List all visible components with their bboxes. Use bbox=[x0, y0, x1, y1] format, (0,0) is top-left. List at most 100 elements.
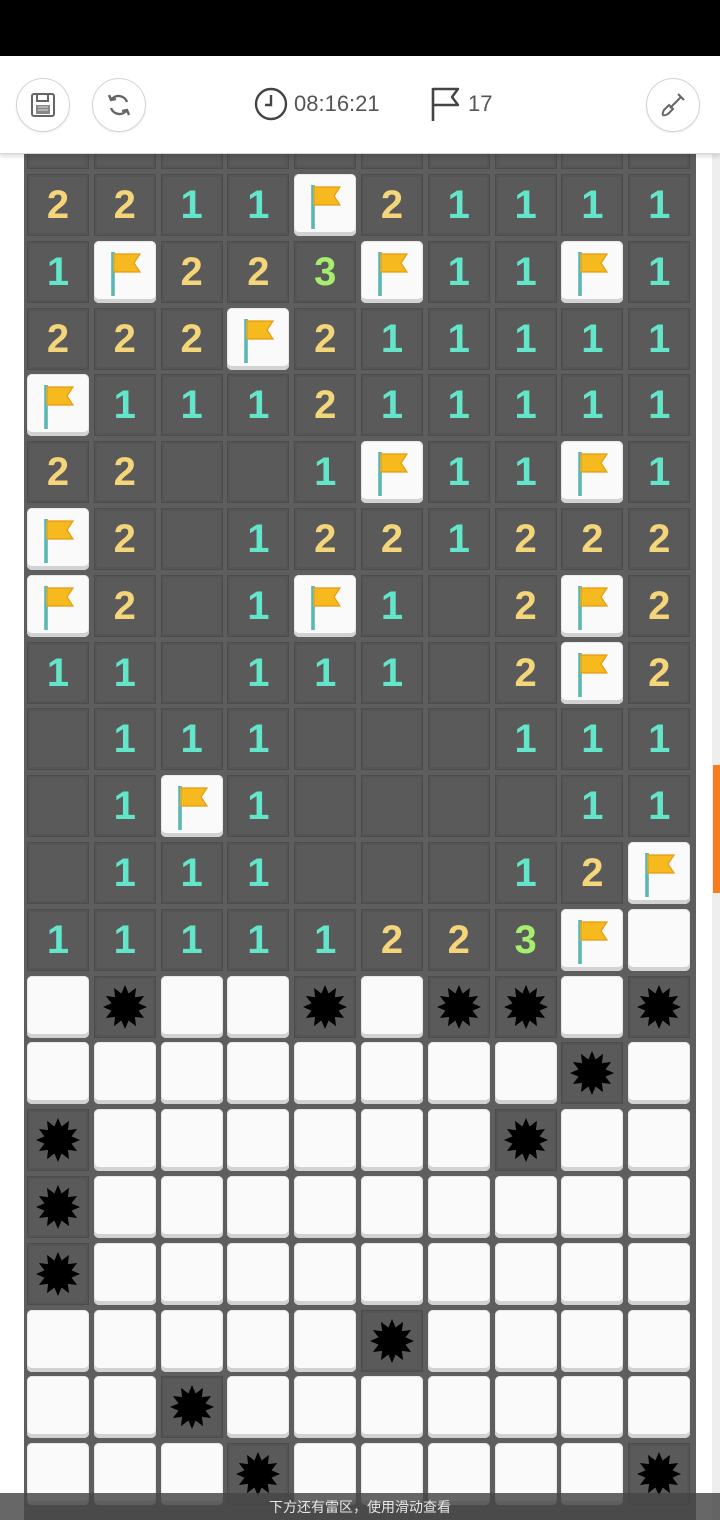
cell-unrevealed[interactable] bbox=[494, 1242, 557, 1305]
cell-number[interactable]: 1 bbox=[628, 240, 691, 303]
cell-number[interactable]: 1 bbox=[227, 574, 290, 637]
cell-empty[interactable] bbox=[160, 441, 223, 504]
cell-unrevealed[interactable] bbox=[427, 1309, 490, 1372]
cell-unrevealed[interactable] bbox=[494, 1042, 557, 1105]
cell-number[interactable]: 1 bbox=[361, 574, 423, 637]
cell-number[interactable]: 2 bbox=[27, 307, 89, 370]
cell-mine[interactable] bbox=[561, 1042, 624, 1105]
cell-unrevealed[interactable] bbox=[361, 1042, 423, 1105]
dig-mode-button[interactable] bbox=[646, 78, 700, 132]
cell-number[interactable]: 3 bbox=[494, 908, 557, 971]
cell-empty[interactable] bbox=[494, 775, 557, 838]
scrollbar-thumb[interactable] bbox=[713, 765, 720, 893]
cell-unrevealed[interactable] bbox=[27, 975, 89, 1038]
cell-number[interactable]: 2 bbox=[628, 641, 691, 704]
cell-number[interactable]: 1 bbox=[294, 441, 357, 504]
cell-empty[interactable] bbox=[160, 574, 223, 637]
cell-flagged[interactable] bbox=[628, 842, 691, 904]
cell-mine[interactable] bbox=[494, 1109, 557, 1172]
cell-unrevealed[interactable] bbox=[227, 1309, 290, 1372]
cell-unrevealed[interactable] bbox=[361, 1376, 423, 1439]
cell-unrevealed[interactable] bbox=[27, 1309, 89, 1372]
cell-number[interactable]: 1 bbox=[27, 240, 89, 303]
cell-number[interactable]: 1 bbox=[227, 641, 290, 704]
cell-unrevealed[interactable] bbox=[494, 1176, 557, 1238]
cell-number[interactable]: 1 bbox=[227, 508, 290, 570]
cell-unrevealed[interactable] bbox=[294, 1242, 357, 1305]
cell-unrevealed[interactable] bbox=[294, 1376, 357, 1439]
cell-unrevealed[interactable] bbox=[160, 1309, 223, 1372]
cell-number[interactable]: 2 bbox=[27, 174, 89, 236]
cell-unrevealed[interactable] bbox=[294, 1042, 357, 1105]
cell-empty[interactable] bbox=[160, 508, 223, 570]
cell-empty[interactable] bbox=[427, 775, 490, 838]
cell-flagged[interactable] bbox=[561, 441, 624, 504]
cell-mine[interactable] bbox=[93, 975, 156, 1038]
cell-number[interactable]: 2 bbox=[494, 641, 557, 704]
cell-empty[interactable] bbox=[294, 842, 357, 904]
cell-unrevealed[interactable] bbox=[227, 1109, 290, 1172]
cell-number[interactable]: 2 bbox=[294, 307, 357, 370]
cell-unrevealed[interactable] bbox=[361, 1242, 423, 1305]
cell-empty[interactable] bbox=[427, 641, 490, 704]
cell-mine[interactable] bbox=[361, 1309, 423, 1372]
cell-number[interactable]: 2 bbox=[561, 508, 624, 570]
cell-unrevealed[interactable] bbox=[561, 1176, 624, 1238]
cell-unrevealed[interactable] bbox=[628, 1376, 691, 1439]
cell-unrevealed[interactable] bbox=[27, 1042, 89, 1105]
cell-number[interactable]: 1 bbox=[427, 240, 490, 303]
save-button[interactable] bbox=[16, 78, 70, 132]
cell-empty[interactable] bbox=[27, 842, 89, 904]
cell-number[interactable]: 1 bbox=[494, 708, 557, 771]
cell-number[interactable]: 1 bbox=[494, 174, 557, 236]
cell-unrevealed[interactable] bbox=[294, 1176, 357, 1238]
cell-mine[interactable] bbox=[294, 975, 357, 1038]
cell-flagged[interactable] bbox=[561, 240, 624, 303]
cell-flagged[interactable] bbox=[27, 374, 89, 437]
cell-number[interactable]: 1 bbox=[427, 508, 490, 570]
cell-unrevealed[interactable] bbox=[93, 1109, 156, 1172]
cell-mine[interactable] bbox=[628, 975, 691, 1038]
cell-unrevealed[interactable] bbox=[628, 1242, 691, 1305]
cell-number[interactable]: 1 bbox=[160, 374, 223, 437]
cell-number[interactable]: 1 bbox=[93, 708, 156, 771]
cell-number[interactable]: 1 bbox=[361, 307, 423, 370]
cell-unrevealed[interactable] bbox=[427, 1376, 490, 1439]
cell-unrevealed[interactable] bbox=[427, 1242, 490, 1305]
cell-number[interactable]: 1 bbox=[227, 708, 290, 771]
cell-unrevealed[interactable] bbox=[561, 975, 624, 1038]
cell-unrevealed[interactable] bbox=[27, 1376, 89, 1439]
cell-number[interactable]: 1 bbox=[93, 842, 156, 904]
cell-flagged[interactable] bbox=[561, 641, 624, 704]
cell-number[interactable]: 1 bbox=[494, 374, 557, 437]
cell-unrevealed[interactable] bbox=[628, 1042, 691, 1105]
cell-number[interactable]: 1 bbox=[27, 641, 89, 704]
cell-number[interactable]: 1 bbox=[227, 174, 290, 236]
cell-unrevealed[interactable] bbox=[93, 1176, 156, 1238]
cell-number[interactable]: 2 bbox=[361, 908, 423, 971]
cell-unrevealed[interactable] bbox=[561, 1109, 624, 1172]
cell-number[interactable]: 2 bbox=[93, 307, 156, 370]
cell-flagged[interactable] bbox=[93, 240, 156, 303]
cell-flagged[interactable] bbox=[27, 574, 89, 637]
cell-unrevealed[interactable] bbox=[561, 1309, 624, 1372]
cell-empty[interactable] bbox=[427, 842, 490, 904]
cell-number[interactable]: 2 bbox=[294, 374, 357, 437]
cell-unrevealed[interactable] bbox=[227, 1242, 290, 1305]
cell-unrevealed[interactable] bbox=[160, 1042, 223, 1105]
cell-unrevealed[interactable] bbox=[494, 1309, 557, 1372]
cell-number[interactable]: 1 bbox=[561, 374, 624, 437]
cell-flagged[interactable] bbox=[227, 307, 290, 370]
cell-number[interactable]: 1 bbox=[361, 641, 423, 704]
cell-number[interactable]: 1 bbox=[93, 775, 156, 838]
cell-number[interactable]: 1 bbox=[227, 374, 290, 437]
cell-number[interactable]: 1 bbox=[27, 908, 89, 971]
cell-flagged[interactable] bbox=[294, 574, 357, 637]
cell-number[interactable]: 1 bbox=[494, 441, 557, 504]
cell-empty[interactable] bbox=[361, 708, 423, 771]
cell-unrevealed[interactable] bbox=[227, 1376, 290, 1439]
cell-number[interactable]: 2 bbox=[227, 240, 290, 303]
cell-empty[interactable] bbox=[27, 708, 89, 771]
cell-unrevealed[interactable] bbox=[160, 975, 223, 1038]
cell-mine[interactable] bbox=[160, 1376, 223, 1439]
